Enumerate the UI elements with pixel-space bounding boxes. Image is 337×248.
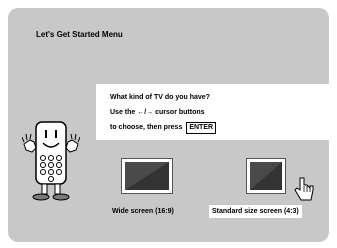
menu-title: Let's Get Started Menu [36, 30, 123, 39]
enter-key-label: ENTER [186, 122, 217, 134]
question-line-2: Use the ←/→ cursor buttons [110, 105, 329, 120]
standard-screen-option-label[interactable]: Standard size screen (4:3) [209, 205, 302, 218]
question-line-3-prefix: to choose, then press [110, 124, 183, 131]
question-line-2-prefix: Use the [110, 109, 138, 116]
pointing-hand-icon [294, 177, 314, 201]
standard-screen-tv-icon[interactable] [246, 158, 286, 194]
question-line-1: What kind of TV do you have? [110, 94, 210, 101]
question-box: What kind of TV do you have? Use the ←/→… [96, 84, 329, 140]
remote-control-mascot-icon [22, 121, 80, 201]
setup-screen: Let's Get Started Menu What kind of TV d… [8, 8, 329, 242]
wide-screen-tv-icon[interactable] [121, 158, 173, 194]
question-line-3: to choose, then press ENTER [110, 120, 329, 135]
wide-screen-option-label[interactable]: Wide screen (16:9) [112, 208, 174, 215]
question-line-2-suffix: cursor buttons [153, 109, 205, 116]
arrow-keys-text: ←/→ [137, 109, 154, 116]
